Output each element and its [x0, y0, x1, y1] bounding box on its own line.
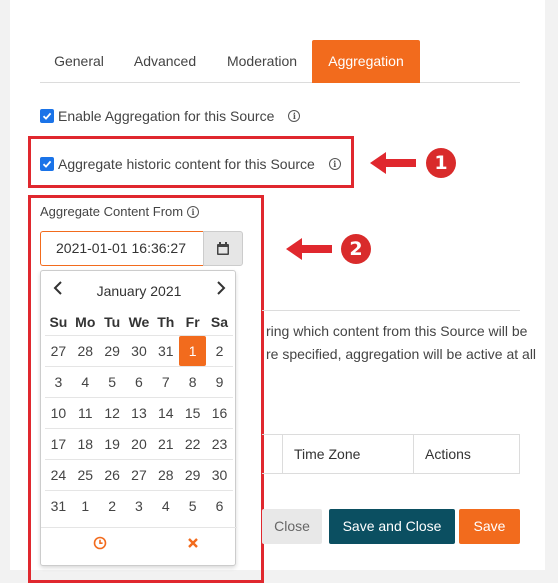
historic-content-row: Aggregate historic content for this Sour… [40, 154, 341, 174]
info-icon[interactable]: i [187, 205, 200, 218]
save-button[interactable]: Save [459, 509, 520, 544]
calendar-day[interactable]: 31 [45, 491, 72, 521]
calendar-week-row: 10 11 12 13 14 15 16 [45, 397, 233, 428]
enable-aggregation-label: Enable Aggregation for this Source [58, 108, 275, 124]
calendar-day[interactable]: 11 [72, 398, 99, 428]
annotation-number-1: 1 [426, 148, 456, 178]
calendar-month-title[interactable]: January 2021 [41, 283, 237, 299]
clock-icon[interactable] [93, 536, 107, 550]
aggregate-from-label: Aggregate Content From [40, 204, 184, 219]
calendar-day[interactable]: 25 [72, 460, 99, 490]
calendar-day[interactable]: 27 [45, 336, 72, 366]
clear-icon[interactable] [187, 537, 199, 549]
calendar-week-row: 24 25 26 27 28 29 30 [45, 459, 233, 490]
calendar-day[interactable]: 2 [99, 491, 126, 521]
calendar-day[interactable]: 14 [152, 398, 179, 428]
arrow-left-icon [370, 152, 416, 174]
calendar-day[interactable]: 3 [126, 491, 153, 521]
calendar-day[interactable]: 4 [152, 491, 179, 521]
column-header-actions: Actions [425, 446, 471, 462]
calendar-day[interactable]: 6 [126, 367, 153, 397]
weekday-label: Su [49, 314, 68, 330]
chevron-right-icon[interactable] [216, 281, 226, 300]
calendar-day[interactable]: 8 [179, 367, 206, 397]
save-and-close-button[interactable]: Save and Close [329, 509, 455, 544]
tab-bar: General Advanced Moderation Aggregation [40, 40, 520, 83]
calendar-day[interactable]: 26 [99, 460, 126, 490]
info-icon[interactable]: i [328, 158, 341, 170]
tab-moderation[interactable]: Moderation [212, 40, 312, 83]
enable-aggregation-row: Enable Aggregation for this Source i [40, 106, 301, 126]
calendar-week-row: 3 4 5 6 7 8 9 [45, 366, 233, 397]
schedule-table-header: Time Zone Actions [262, 434, 520, 474]
calendar-icon [217, 242, 229, 255]
schedule-description-line2: re specified, aggregation will be active… [266, 346, 537, 362]
aggregate-from-label-row: Aggregate Content From i [40, 204, 200, 219]
weekday-label: Sa [210, 314, 229, 330]
calendar-day[interactable]: 19 [99, 429, 126, 459]
aggregate-from-date-input[interactable]: 2021-01-01 16:36:27 [40, 231, 203, 266]
close-button[interactable]: Close [262, 509, 322, 544]
column-header-time-zone: Time Zone [294, 446, 361, 462]
calendar-day[interactable]: 3 [45, 367, 72, 397]
calendar-day[interactable]: 13 [126, 398, 153, 428]
calendar-day[interactable]: 22 [179, 429, 206, 459]
calendar-day[interactable]: 17 [45, 429, 72, 459]
calendar-header: January 2021 [41, 271, 237, 309]
weekday-label: Mo [75, 314, 96, 330]
calendar-day[interactable]: 20 [126, 429, 153, 459]
calendar-day[interactable]: 27 [126, 460, 153, 490]
calendar-button[interactable] [203, 231, 243, 266]
calendar-day[interactable]: 18 [72, 429, 99, 459]
calendar-week-row: 17 18 19 20 21 22 23 [45, 428, 233, 459]
calendar-day[interactable]: 23 [206, 429, 233, 459]
calendar-week-row: 31 1 2 3 4 5 6 [45, 490, 233, 521]
calendar-day[interactable]: 29 [99, 336, 126, 366]
schedule-description-line1: ring which content from this Source will… [266, 323, 528, 339]
calendar-day[interactable]: 30 [206, 460, 233, 490]
calendar-day[interactable]: 12 [99, 398, 126, 428]
calendar-day[interactable]: 29 [179, 460, 206, 490]
historic-content-checkbox[interactable] [40, 157, 54, 171]
weekday-label: Th [157, 314, 175, 330]
calendar-day[interactable]: 9 [206, 367, 233, 397]
calendar-day[interactable]: 28 [152, 460, 179, 490]
calendar-day[interactable]: 24 [45, 460, 72, 490]
annotation-number-2: 2 [341, 234, 371, 264]
calendar-day[interactable]: 21 [152, 429, 179, 459]
calendar-day[interactable]: 5 [99, 367, 126, 397]
calendar-week-row: 27 28 29 30 31 1 2 [45, 335, 233, 366]
calendar-day[interactable]: 15 [179, 398, 206, 428]
calendar-day[interactable]: 10 [45, 398, 72, 428]
arrow-left-icon [286, 238, 332, 260]
calendar-day[interactable]: 1 [72, 491, 99, 521]
weekday-label: We [128, 314, 150, 330]
historic-content-label: Aggregate historic content for this Sour… [58, 156, 315, 172]
divider [262, 310, 520, 311]
calendar-day[interactable]: 5 [179, 491, 206, 521]
weekday-header-row: Su Mo Tu We Th Fr Sa [45, 309, 233, 335]
calendar-day[interactable]: 28 [72, 336, 99, 366]
tab-aggregation[interactable]: Aggregation [312, 40, 420, 83]
enable-aggregation-checkbox[interactable] [40, 109, 54, 123]
calendar-day-selected[interactable]: 1 [179, 336, 207, 366]
calendar-day[interactable]: 2 [206, 336, 233, 366]
calendar-day[interactable]: 31 [152, 336, 179, 366]
info-icon[interactable]: i [288, 110, 301, 122]
tab-general[interactable]: General [40, 40, 118, 83]
calendar-footer [41, 527, 237, 557]
calendar-day[interactable]: 4 [72, 367, 99, 397]
tab-advanced[interactable]: Advanced [120, 40, 210, 83]
weekday-label: Tu [104, 314, 121, 330]
calendar-grid: Su Mo Tu We Th Fr Sa 27 28 29 30 31 1 2 … [45, 309, 233, 521]
calendar-day[interactable]: 30 [126, 336, 153, 366]
calendar-day[interactable]: 7 [152, 367, 179, 397]
date-picker-popup: January 2021 Su Mo Tu We Th Fr Sa 27 28 … [40, 270, 237, 566]
calendar-day[interactable]: 16 [206, 398, 233, 428]
calendar-day[interactable]: 6 [206, 491, 233, 521]
weekday-label: Fr [185, 314, 200, 330]
